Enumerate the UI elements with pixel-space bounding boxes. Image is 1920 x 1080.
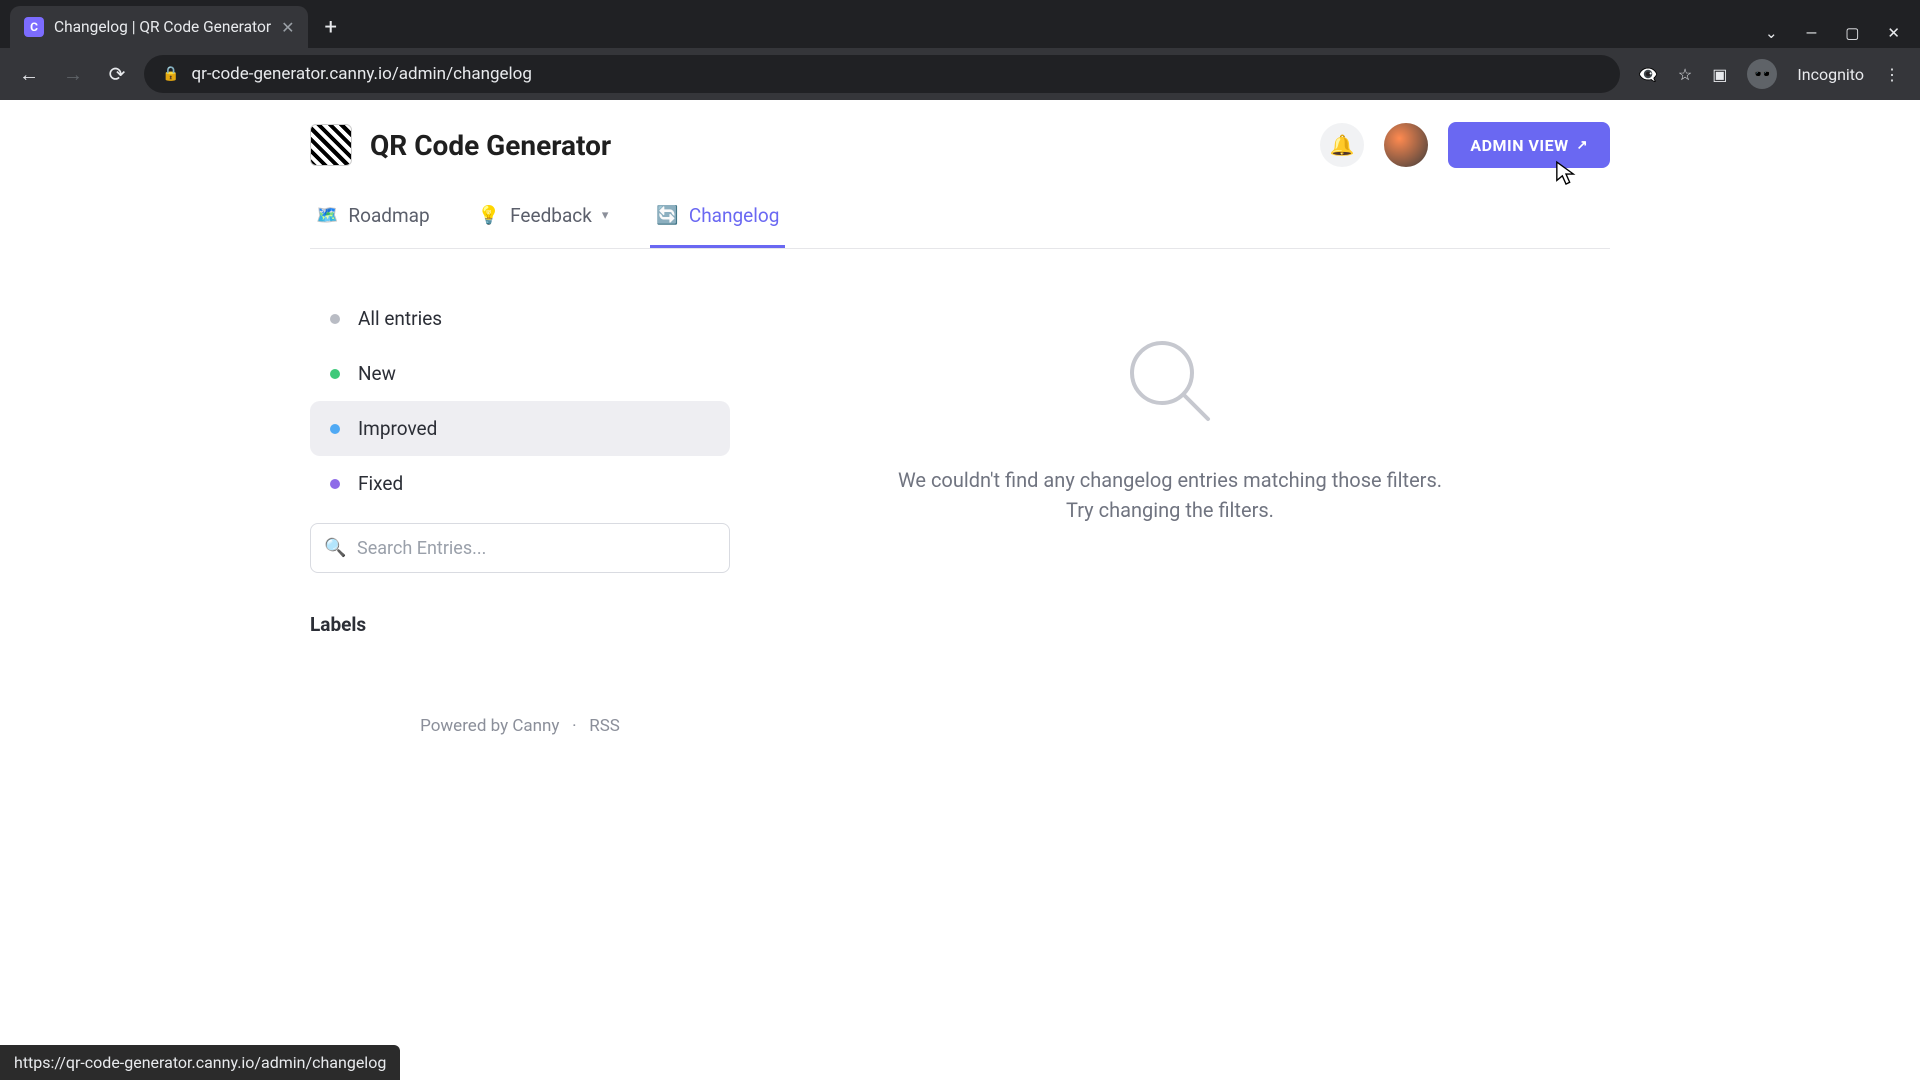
search-wrap: 🔍: [310, 523, 730, 573]
tab-changelog-label: Changelog: [689, 204, 780, 227]
empty-line-2: Try changing the filters.: [898, 495, 1442, 525]
empty-line-1: We couldn't find any changelog entries m…: [898, 465, 1442, 495]
lock-icon: 🔒: [162, 66, 179, 82]
browser-tab[interactable]: C Changelog | QR Code Generator ✕: [10, 6, 308, 48]
sidebar: All entries New Improved Fixed: [310, 291, 730, 736]
filter-label: Improved: [358, 417, 437, 440]
browser-tab-strip: C Changelog | QR Code Generator ✕ + ⌄ — …: [0, 0, 1920, 48]
address-bar[interactable]: 🔒 qr-code-generator.canny.io/admin/chang…: [144, 55, 1620, 93]
tab-favicon: C: [24, 17, 44, 37]
search-input[interactable]: [310, 523, 730, 573]
incognito-avatar-icon[interactable]: 🕶️: [1747, 59, 1777, 89]
labels-heading: Labels: [310, 613, 730, 636]
filter-label: All entries: [358, 307, 442, 330]
bell-icon: 🔔: [1330, 133, 1355, 157]
window-maximize-icon[interactable]: ▢: [1845, 24, 1859, 42]
filter-new[interactable]: New: [310, 346, 730, 401]
bulb-icon: 💡: [478, 205, 500, 226]
refresh-icon: 🔄: [656, 205, 678, 226]
nav-tabs: 🗺️ Roadmap 💡 Feedback ▾ 🔄 Changelog: [310, 180, 1610, 249]
search-icon: 🔍: [324, 538, 346, 559]
dot-icon: [330, 424, 340, 434]
content-body: All entries New Improved Fixed: [310, 249, 1610, 736]
bookmark-star-icon[interactable]: ☆: [1678, 65, 1692, 84]
eye-off-icon[interactable]: 👁️‍🗨️: [1638, 65, 1658, 84]
back-button[interactable]: ←: [12, 57, 46, 91]
filter-label: Fixed: [358, 472, 403, 495]
browser-toolbar: ← → ⟳ 🔒 qr-code-generator.canny.io/admin…: [0, 48, 1920, 100]
forward-button[interactable]: →: [56, 57, 90, 91]
powered-by-link[interactable]: Powered by Canny: [420, 716, 559, 736]
window-controls: ⌄ — ▢ ✕: [1765, 24, 1920, 48]
tab-changelog[interactable]: 🔄 Changelog: [650, 194, 785, 248]
tab-feedback[interactable]: 💡 Feedback ▾: [472, 194, 615, 248]
dot-icon: [330, 369, 340, 379]
filter-label: New: [358, 362, 396, 385]
kebab-menu-icon[interactable]: ⋮: [1884, 65, 1900, 84]
tab-roadmap[interactable]: 🗺️ Roadmap: [310, 194, 436, 248]
filter-all-entries[interactable]: All entries: [310, 291, 730, 346]
app-title: QR Code Generator: [370, 129, 611, 162]
dot-icon: [330, 479, 340, 489]
admin-view-label: ADMIN VIEW: [1470, 136, 1568, 155]
new-tab-button[interactable]: +: [308, 6, 352, 48]
window-close-icon[interactable]: ✕: [1887, 24, 1900, 42]
tab-title: Changelog | QR Code Generator: [54, 18, 271, 36]
tab-close-icon[interactable]: ✕: [281, 18, 294, 37]
footer-separator: ·: [572, 716, 576, 736]
status-bar-link: https://qr-code-generator.canny.io/admin…: [0, 1045, 400, 1080]
notifications-button[interactable]: 🔔: [1320, 123, 1364, 167]
empty-state-text: We couldn't find any changelog entries m…: [898, 465, 1442, 525]
chevron-down-icon: ▾: [602, 208, 609, 223]
filter-list: All entries New Improved Fixed: [310, 291, 730, 511]
main-panel: We couldn't find any changelog entries m…: [730, 291, 1610, 736]
side-panel-icon[interactable]: ▣: [1712, 65, 1727, 84]
tabs-dropdown-icon[interactable]: ⌄: [1765, 24, 1778, 42]
app-logo[interactable]: [310, 124, 352, 166]
dot-icon: [330, 314, 340, 324]
url-text: qr-code-generator.canny.io/admin/changel…: [191, 64, 531, 84]
window-minimize-icon[interactable]: —: [1806, 24, 1818, 42]
empty-search-icon: [1120, 331, 1220, 431]
incognito-label: Incognito: [1797, 65, 1864, 84]
filter-improved[interactable]: Improved: [310, 401, 730, 456]
external-link-icon: ↗: [1577, 138, 1588, 153]
app-header: QR Code Generator 🔔 ADMIN VIEW ↗: [310, 100, 1610, 180]
sidebar-footer: Powered by Canny · RSS: [310, 716, 730, 736]
page-root: QR Code Generator 🔔 ADMIN VIEW ↗ 🗺️ Road…: [0, 100, 1920, 736]
tab-roadmap-label: Roadmap: [348, 204, 429, 227]
user-avatar[interactable]: [1384, 123, 1428, 167]
toolbar-right: 👁️‍🗨️ ☆ ▣ 🕶️ Incognito ⋮: [1630, 59, 1908, 89]
tab-feedback-label: Feedback: [510, 204, 592, 227]
map-icon: 🗺️: [316, 205, 338, 226]
reload-button[interactable]: ⟳: [100, 57, 134, 91]
admin-view-button[interactable]: ADMIN VIEW ↗: [1448, 122, 1610, 168]
filter-fixed[interactable]: Fixed: [310, 456, 730, 511]
rss-link[interactable]: RSS: [589, 716, 620, 736]
